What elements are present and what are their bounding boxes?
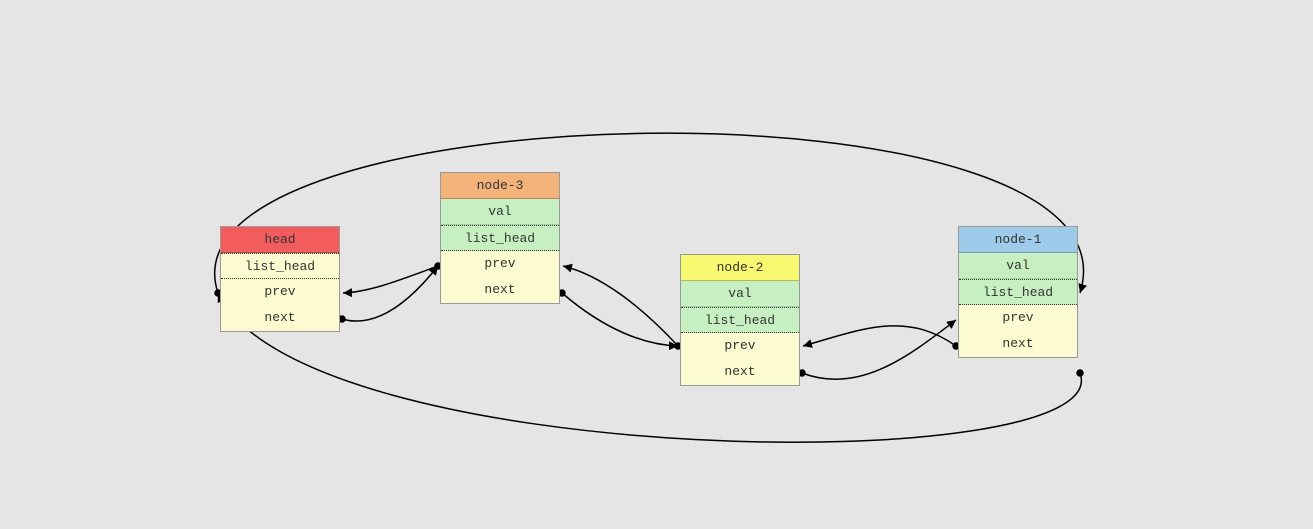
node-head-title: head xyxy=(221,227,339,253)
node-head-prev: prev xyxy=(221,279,339,305)
node-2-val: val xyxy=(681,281,799,307)
node-3-listhead: list_head xyxy=(441,225,559,251)
node-3-next: next xyxy=(441,277,559,303)
node-1-prev: prev xyxy=(959,305,1077,331)
node-head-next: next xyxy=(221,305,339,331)
node-2-listhead: list_head xyxy=(681,307,799,333)
node-2-prev: prev xyxy=(681,333,799,359)
node-1-title: node-1 xyxy=(959,227,1077,253)
node-1: node-1 val list_head prev next xyxy=(958,226,1078,358)
node-2-title: node-2 xyxy=(681,255,799,281)
node-head: head list_head prev next xyxy=(220,226,340,332)
node-head-listhead: list_head xyxy=(221,253,339,279)
node-3-title: node-3 xyxy=(441,173,559,199)
node-1-next: next xyxy=(959,331,1077,357)
arrow-layer xyxy=(0,0,1313,529)
node-2-next: next xyxy=(681,359,799,385)
node-1-val: val xyxy=(959,253,1077,279)
node-1-listhead: list_head xyxy=(959,279,1077,305)
node-3-val: val xyxy=(441,199,559,225)
diagram-canvas: head list_head prev next node-3 val list… xyxy=(0,0,1313,529)
node-2: node-2 val list_head prev next xyxy=(680,254,800,386)
node-3-prev: prev xyxy=(441,251,559,277)
node-3: node-3 val list_head prev next xyxy=(440,172,560,304)
